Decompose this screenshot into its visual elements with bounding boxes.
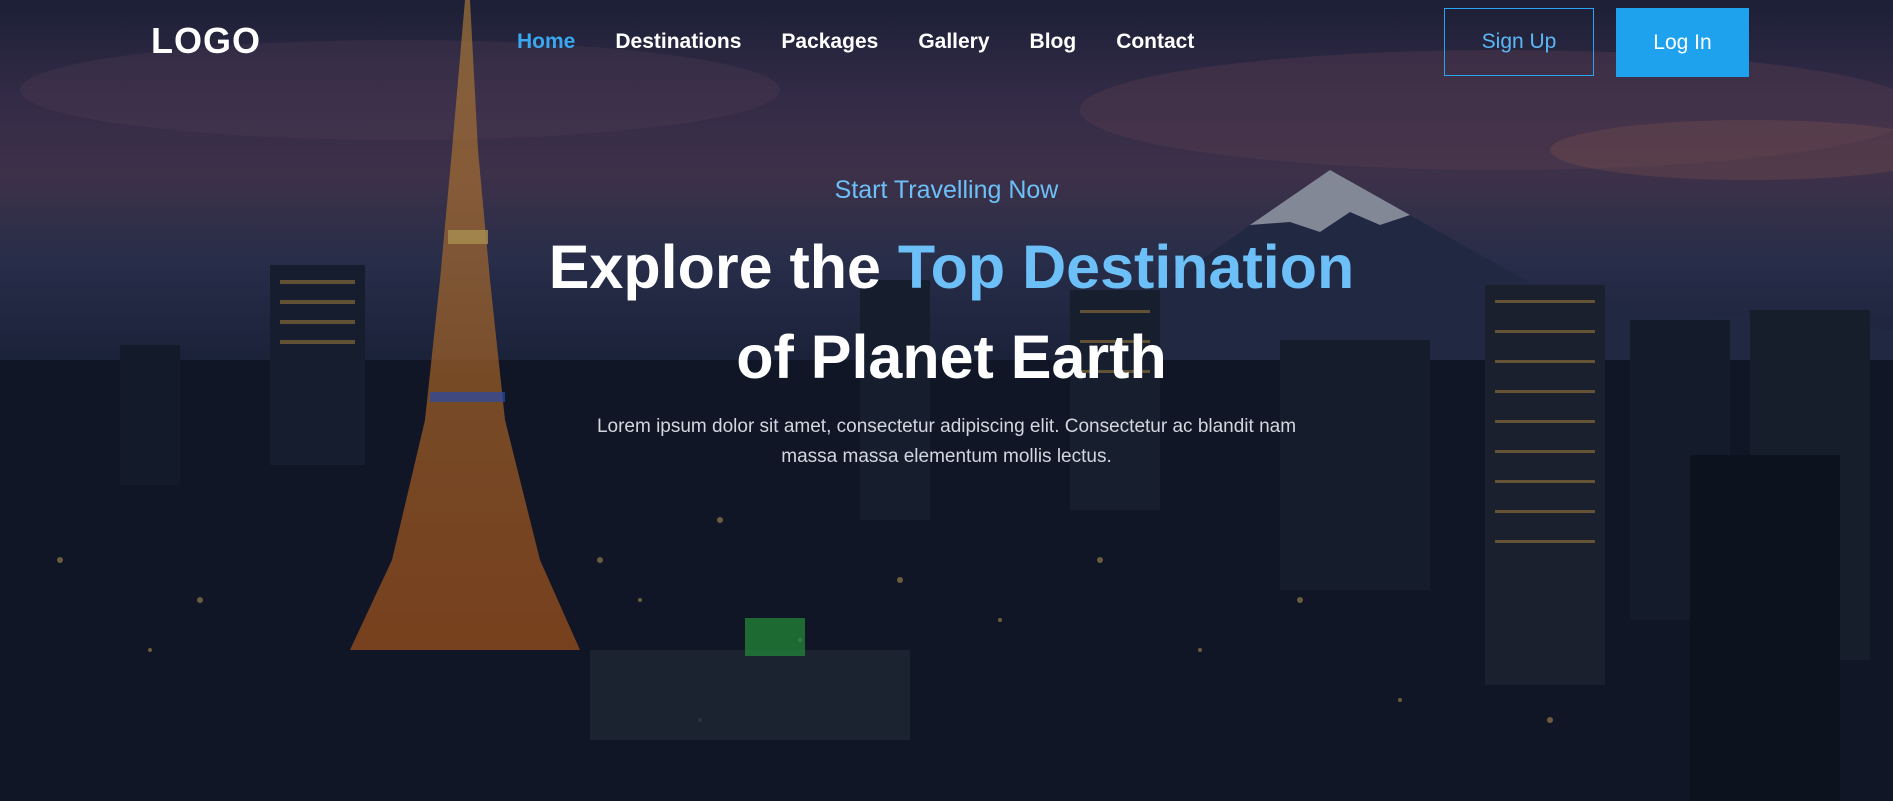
hero-section: LOGO Home Destinations Packages Gallery … — [0, 0, 1893, 801]
hero-headline: Explore the Top Destination of Planet Ea… — [0, 222, 1893, 402]
hero-eyebrow: Start Travelling Now — [834, 176, 1059, 204]
nav-link-gallery[interactable]: Gallery — [918, 30, 989, 54]
nav-link-destinations[interactable]: Destinations — [615, 30, 741, 54]
headline-line-2: of Planet Earth — [736, 323, 1167, 391]
log-in-button[interactable]: Log In — [1616, 8, 1749, 77]
nav-link-packages[interactable]: Packages — [781, 30, 878, 54]
nav-link-home[interactable]: Home — [517, 30, 575, 54]
hero-description: Lorem ipsum dolor sit amet, consectetur … — [596, 416, 1297, 467]
site-logo[interactable]: LOGO — [151, 20, 261, 62]
nav-links: Home Destinations Packages Gallery Blog … — [517, 30, 1194, 54]
nav-link-contact[interactable]: Contact — [1116, 30, 1194, 54]
headline-accent: Top Destination — [897, 233, 1355, 301]
hero-content: Start Travelling Now Explore the Top Des… — [0, 176, 1893, 472]
nav-link-blog[interactable]: Blog — [1030, 30, 1077, 54]
sign-up-button[interactable]: Sign Up — [1444, 8, 1594, 76]
headline-text: Explore the — [548, 233, 898, 301]
top-navbar: LOGO Home Destinations Packages Gallery … — [0, 0, 1893, 86]
